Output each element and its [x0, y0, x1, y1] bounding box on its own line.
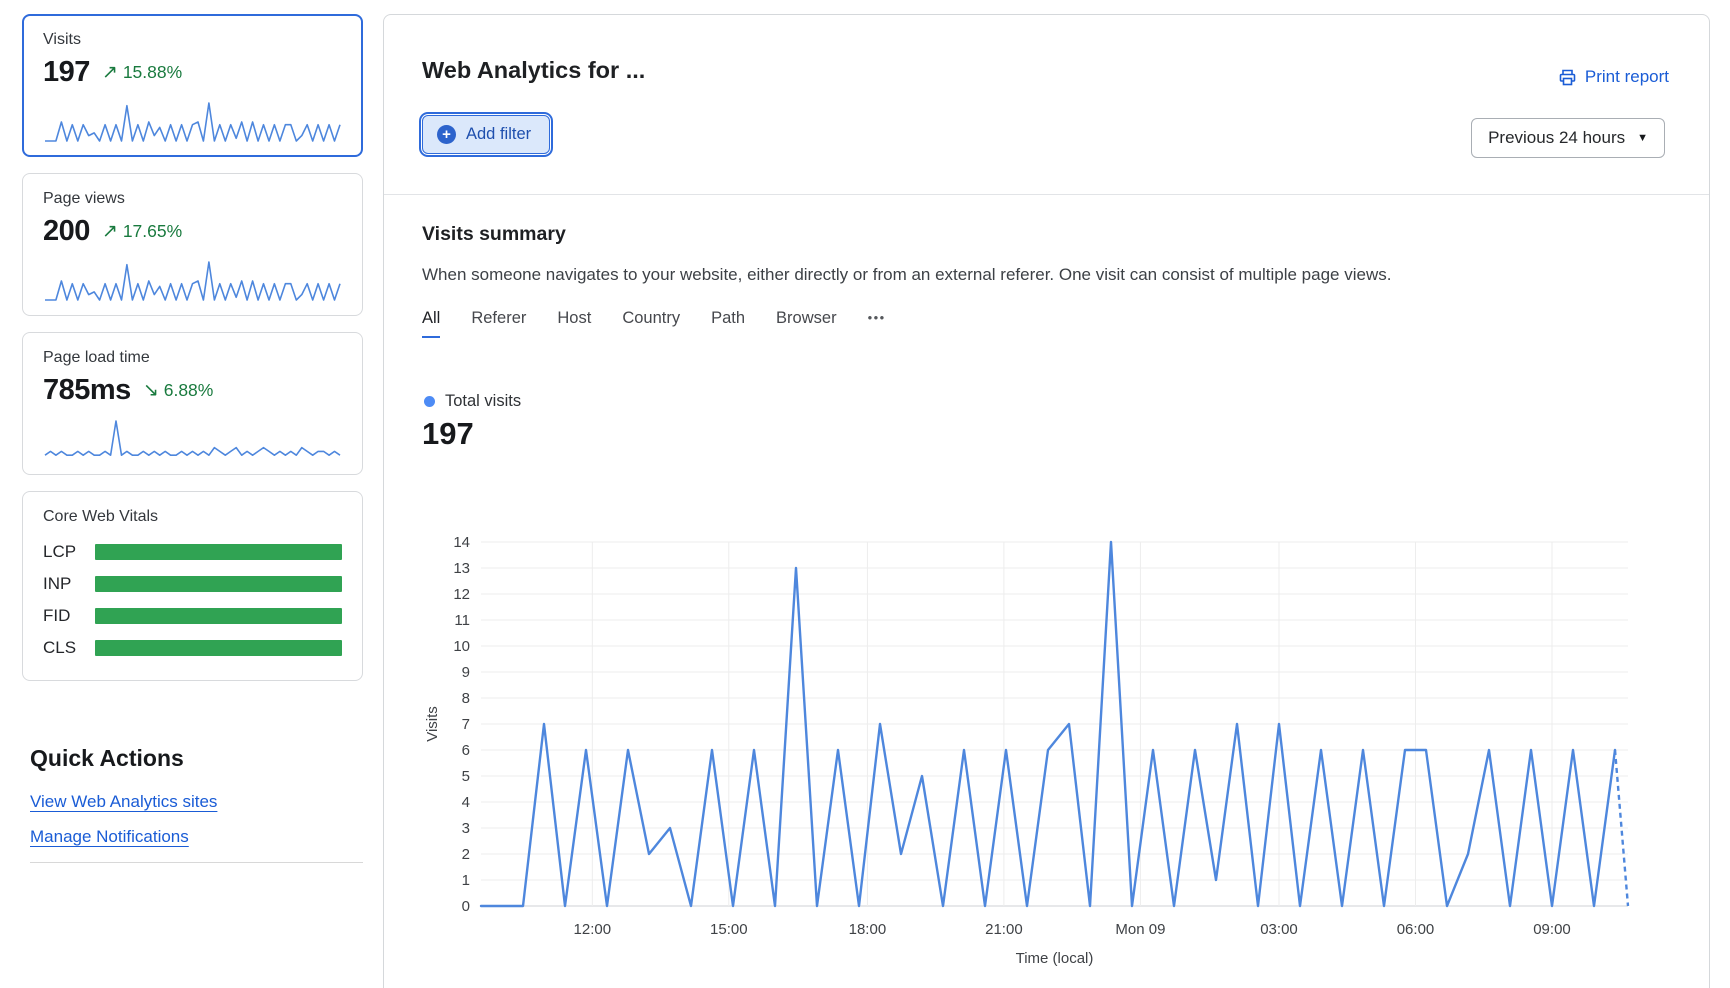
tab-host[interactable]: Host	[557, 309, 591, 338]
metric-card-page-load-time[interactable]: Page load time 785ms ↘ 6.88%	[22, 332, 363, 475]
trend-percent: 17.65%	[123, 221, 182, 242]
svg-text:6: 6	[462, 742, 470, 759]
card-title: Core Web Vitals	[43, 508, 342, 526]
metric-trend: ↗ 15.88%	[102, 61, 182, 84]
metric-trend: ↘ 6.88%	[143, 379, 214, 402]
svg-text:Visits: Visits	[424, 706, 441, 742]
legend-label: Total visits	[445, 392, 521, 411]
visits-summary-title: Visits summary	[422, 223, 566, 246]
visits-summary-description: When someone navigates to your website, …	[422, 265, 1391, 285]
tab-all[interactable]: All	[422, 309, 440, 338]
cwv-row-inp: INP	[43, 574, 342, 594]
cwv-metric-label: CLS	[43, 638, 95, 658]
svg-text:13: 13	[453, 560, 470, 577]
cwv-row-lcp: LCP	[43, 542, 342, 562]
total-visits-value: 197	[422, 416, 474, 452]
view-web-analytics-sites-link[interactable]: View Web Analytics sites	[30, 792, 217, 812]
cwv-bar-good	[95, 640, 342, 656]
core-web-vitals-card[interactable]: Core Web Vitals LCP INP FID CLS	[22, 491, 363, 681]
tab-browser[interactable]: Browser	[776, 309, 837, 338]
metric-trend: ↗ 17.65%	[102, 220, 182, 243]
svg-text:06:00: 06:00	[1397, 921, 1435, 938]
metric-value: 200	[43, 215, 90, 248]
cwv-metric-label: INP	[43, 574, 95, 594]
svg-text:15:00: 15:00	[710, 921, 748, 938]
page-views-sparkline	[43, 257, 342, 303]
visits-line-chart[interactable]: 0123456789101112131412:0015:0018:0021:00…	[424, 515, 1684, 985]
svg-text:09:00: 09:00	[1533, 921, 1571, 938]
svg-text:2: 2	[462, 846, 470, 863]
quick-actions-title: Quick Actions	[30, 745, 363, 772]
svg-text:3: 3	[462, 820, 470, 837]
trend-percent: 6.88%	[164, 380, 214, 401]
time-range-value: Previous 24 hours	[1488, 128, 1625, 148]
svg-text:12: 12	[453, 586, 470, 603]
chevron-down-icon: ▼	[1637, 132, 1648, 144]
plus-icon: +	[437, 125, 456, 144]
cwv-row-cls: CLS	[43, 638, 342, 658]
quick-actions: Quick Actions View Web Analytics sites M…	[22, 745, 363, 863]
svg-text:18:00: 18:00	[849, 921, 887, 938]
svg-text:10: 10	[453, 638, 470, 655]
print-report-button[interactable]: Print report	[1558, 67, 1669, 87]
divider	[30, 862, 363, 863]
svg-text:0: 0	[462, 898, 470, 915]
svg-text:5: 5	[462, 768, 470, 785]
svg-text:03:00: 03:00	[1260, 921, 1298, 938]
metric-label: Page load time	[43, 349, 342, 367]
trend-down-icon: ↘	[143, 379, 159, 402]
metric-value: 197	[43, 56, 90, 89]
svg-text:1: 1	[462, 872, 470, 889]
manage-notifications-link[interactable]: Manage Notifications	[30, 827, 189, 847]
total-visits-dot-icon	[424, 396, 435, 407]
metric-label: Visits	[43, 31, 342, 49]
cwv-bar-good	[95, 576, 342, 592]
metric-value: 785ms	[43, 374, 131, 407]
tab-country[interactable]: Country	[622, 309, 680, 338]
metric-card-page-views[interactable]: Page views 200 ↗ 17.65%	[22, 173, 363, 316]
page-title: Web Analytics for ...	[422, 57, 645, 84]
trend-percent: 15.88%	[123, 62, 182, 83]
web-analytics-page: { "colors": { "accent_blue": "#2f6bdb", …	[0, 0, 1730, 988]
trend-up-icon: ↗	[102, 61, 118, 84]
cwv-bar-good	[95, 544, 342, 560]
svg-text:11: 11	[454, 612, 470, 629]
svg-text:14: 14	[453, 534, 470, 551]
svg-text:21:00: 21:00	[985, 921, 1023, 938]
main-panel: Web Analytics for ... Print report + Add…	[383, 14, 1710, 988]
divider	[384, 194, 1709, 195]
svg-text:7: 7	[462, 716, 470, 733]
trend-up-icon: ↗	[102, 220, 118, 243]
page-load-time-sparkline	[43, 416, 342, 462]
cwv-row-fid: FID	[43, 606, 342, 626]
cwv-bar-good	[95, 608, 342, 624]
visits-sparkline	[43, 98, 342, 144]
chart-legend: Total visits	[424, 392, 521, 411]
metrics-sidebar: Visits 197 ↗ 15.88% Page views 200 ↗ 17.…	[22, 14, 363, 863]
add-filter-button[interactable]: + Add filter	[422, 115, 550, 154]
svg-text:8: 8	[462, 690, 470, 707]
tab-path[interactable]: Path	[711, 309, 745, 338]
time-range-dropdown[interactable]: Previous 24 hours ▼	[1471, 118, 1665, 158]
svg-text:12:00: 12:00	[574, 921, 612, 938]
svg-text:Time (local): Time (local)	[1016, 950, 1094, 967]
printer-icon	[1558, 68, 1577, 87]
print-report-label: Print report	[1585, 67, 1669, 87]
more-tabs-icon[interactable]: •••	[868, 310, 886, 337]
svg-text:4: 4	[462, 794, 470, 811]
cwv-metric-label: FID	[43, 606, 95, 626]
cwv-metric-label: LCP	[43, 542, 95, 562]
metric-label: Page views	[43, 190, 342, 208]
metric-card-visits[interactable]: Visits 197 ↗ 15.88%	[22, 14, 363, 157]
svg-text:9: 9	[462, 664, 470, 681]
summary-tabs: All Referer Host Country Path Browser ••…	[422, 309, 886, 338]
tab-referer[interactable]: Referer	[471, 309, 526, 338]
add-filter-label: Add filter	[466, 125, 531, 144]
svg-text:Mon 09: Mon 09	[1115, 921, 1165, 938]
